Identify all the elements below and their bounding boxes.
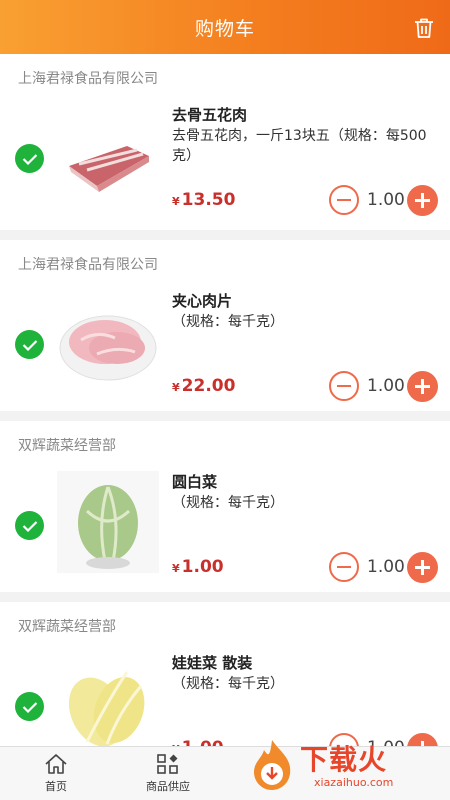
- increase-button[interactable]: [407, 184, 438, 216]
- quantity-stepper: 1.00: [329, 370, 438, 402]
- select-checkbox[interactable]: [15, 692, 44, 721]
- decrease-button[interactable]: [329, 185, 359, 215]
- product-price: ¥22.00: [172, 376, 235, 396]
- quantity-stepper: 1.00: [329, 184, 438, 216]
- price-value: 22.00: [181, 376, 236, 396]
- product-image[interactable]: [57, 104, 159, 206]
- select-checkbox[interactable]: [15, 330, 44, 359]
- product-price: ¥1.00: [172, 557, 224, 577]
- app-header: 购物车: [0, 0, 450, 54]
- product-image[interactable]: [57, 471, 159, 573]
- currency-symbol: ¥: [172, 562, 180, 575]
- product-name[interactable]: 圆白菜: [172, 471, 217, 492]
- tab-home[interactable]: 首页: [0, 747, 112, 800]
- check-icon: [22, 520, 37, 532]
- shop-name[interactable]: 双辉蔬菜经营部: [18, 435, 116, 455]
- quantity-value[interactable]: 1.00: [367, 190, 407, 210]
- flame-logo-icon: [254, 740, 291, 790]
- watermark-text: 下载火: [300, 743, 388, 776]
- watermark-url: xiazaihuo.com: [314, 776, 394, 789]
- check-icon: [22, 339, 37, 351]
- select-checkbox[interactable]: [15, 511, 44, 540]
- product-name[interactable]: 夹心肉片: [172, 290, 232, 311]
- check-icon: [22, 701, 37, 713]
- price-value: 1.00: [181, 557, 224, 577]
- cart-item: 上海君禄食品有限公司 去骨五花肉 去骨五花肉，一斤13块五（规格：每500克） …: [0, 54, 450, 230]
- trash-icon[interactable]: [412, 16, 436, 40]
- decrease-button[interactable]: [329, 371, 359, 401]
- check-icon: [22, 153, 37, 165]
- shop-name[interactable]: 上海君禄食品有限公司: [18, 68, 158, 88]
- page-title: 购物车: [194, 17, 255, 40]
- product-name[interactable]: 娃娃菜 散装: [172, 652, 252, 673]
- product-spec: （规格：每千克）: [172, 314, 284, 330]
- quantity-value[interactable]: 1.00: [367, 376, 407, 396]
- decrease-button[interactable]: [329, 552, 359, 582]
- currency-symbol: ¥: [172, 195, 180, 208]
- product-spec: （规格：每千克）: [172, 495, 284, 511]
- increase-button[interactable]: [407, 551, 438, 583]
- tab-products[interactable]: 商品供应: [112, 747, 224, 800]
- tab-label: 商品供应: [146, 780, 190, 793]
- product-price: ¥13.50: [172, 190, 235, 210]
- grid-icon: [157, 754, 178, 774]
- cart-item: 上海君禄食品有限公司 夹心肉片 （规格：每千克） ¥22.00 1.00: [0, 240, 450, 411]
- product-name[interactable]: 去骨五花肉: [172, 104, 247, 125]
- product-image[interactable]: [57, 652, 159, 754]
- currency-symbol: ¥: [172, 381, 180, 394]
- shop-name[interactable]: 双辉蔬菜经营部: [18, 616, 116, 636]
- shop-name[interactable]: 上海君禄食品有限公司: [18, 254, 158, 274]
- quantity-stepper: 1.00: [329, 551, 438, 583]
- tab-label: 首页: [45, 780, 67, 793]
- price-value: 13.50: [181, 190, 236, 210]
- product-spec: 去骨五花肉，一斤13块五（规格：每500克）: [172, 128, 427, 164]
- product-image[interactable]: [57, 290, 159, 392]
- quantity-value[interactable]: 1.00: [367, 557, 407, 577]
- home-icon: [45, 754, 67, 774]
- watermark: 下载火 xiazaihuo.com: [244, 736, 444, 796]
- product-spec: （规格：每千克）: [172, 676, 284, 692]
- select-checkbox[interactable]: [15, 144, 44, 173]
- increase-button[interactable]: [407, 370, 438, 402]
- cart-list: 上海君禄食品有限公司 去骨五花肉 去骨五花肉，一斤13块五（规格：每500克） …: [0, 54, 450, 783]
- cart-item: 双辉蔬菜经营部 圆白菜 （规格：每千克） ¥1.00 1.00: [0, 421, 450, 592]
